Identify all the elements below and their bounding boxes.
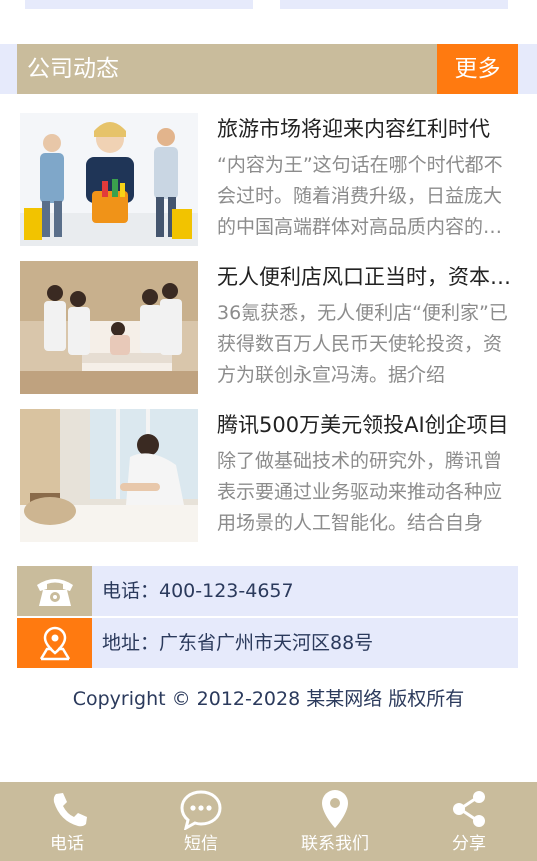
news-title[interactable]: 腾讯500万美元领投AI创企项目 bbox=[217, 408, 517, 442]
phone-icon bbox=[46, 788, 88, 830]
nav-label: 联系我们 bbox=[301, 834, 369, 854]
news-description: 36氪获悉，无人便利店“便利家”已获得数百万人民币天使轮投资，资方为联创永宣冯涛… bbox=[217, 302, 508, 386]
share-icon bbox=[448, 788, 490, 830]
location-icon bbox=[314, 788, 356, 830]
more-button[interactable]: 更多 bbox=[437, 44, 518, 94]
nav-item-phone[interactable]: 电话 bbox=[0, 782, 134, 861]
contact-address-row[interactable]: 地址：广东省广州市天河区88号 bbox=[17, 618, 518, 668]
phone-icon bbox=[17, 566, 92, 616]
nav-label: 电话 bbox=[50, 834, 84, 854]
top-tab-right[interactable] bbox=[280, 0, 508, 9]
address-text: 地址：广东省广州市天河区88号 bbox=[102, 632, 374, 654]
bottom-nav: 电话 短信 联系我们 分享 bbox=[0, 782, 537, 861]
news-thumbnail[interactable] bbox=[20, 261, 198, 394]
news-thumbnail[interactable] bbox=[20, 113, 198, 246]
message-icon bbox=[180, 788, 222, 831]
news-item[interactable]: 旅游市场将迎来内容红利时代 “内容为王”这句话在哪个时代都不会过时。随着消费升级… bbox=[0, 112, 537, 247]
map-pin-icon bbox=[17, 618, 92, 668]
news-thumbnail[interactable] bbox=[20, 409, 198, 542]
nav-item-contact[interactable]: 联系我们 bbox=[268, 782, 402, 861]
section-title: 公司动态 bbox=[27, 56, 119, 82]
news-title[interactable]: 旅游市场将迎来内容红利时代 bbox=[217, 112, 517, 146]
nav-label: 分享 bbox=[452, 834, 486, 854]
nav-item-sms[interactable]: 短信 bbox=[134, 782, 268, 861]
phone-text[interactable]: 电话：400-123-4657 bbox=[102, 566, 294, 616]
copyright: Copyright © 2012-2028 某某网络 版权所有 bbox=[72, 688, 465, 710]
news-description: “内容为王”这句话在哪个时代都不会过时。随着消费升级，日益庞大的中国高端群体对高… bbox=[217, 154, 503, 238]
nav-item-share[interactable]: 分享 bbox=[402, 782, 536, 861]
nav-label: 短信 bbox=[184, 834, 218, 854]
top-tabs bbox=[0, 0, 537, 10]
section-header: 公司动态 更多 bbox=[17, 44, 518, 94]
news-item[interactable]: 腾讯500万美元领投AI创企项目 除了做基础技术的研究外，腾讯曾表示要通过业务驱… bbox=[0, 408, 537, 543]
news-item[interactable]: 无人便利店风口正当时，资本纷纷入局 36氪获悉，无人便利店“便利家”已获得数百万… bbox=[0, 260, 537, 395]
news-description: 除了做基础技术的研究外，腾讯曾表示要通过业务驱动来推动各种应用场景的人工智能化。… bbox=[217, 450, 503, 534]
news-title[interactable]: 无人便利店风口正当时，资本纷纷入局 bbox=[217, 260, 517, 294]
top-tab-left[interactable] bbox=[25, 0, 253, 9]
contact-phone-row[interactable]: 电话：400-123-4657 bbox=[17, 566, 518, 616]
